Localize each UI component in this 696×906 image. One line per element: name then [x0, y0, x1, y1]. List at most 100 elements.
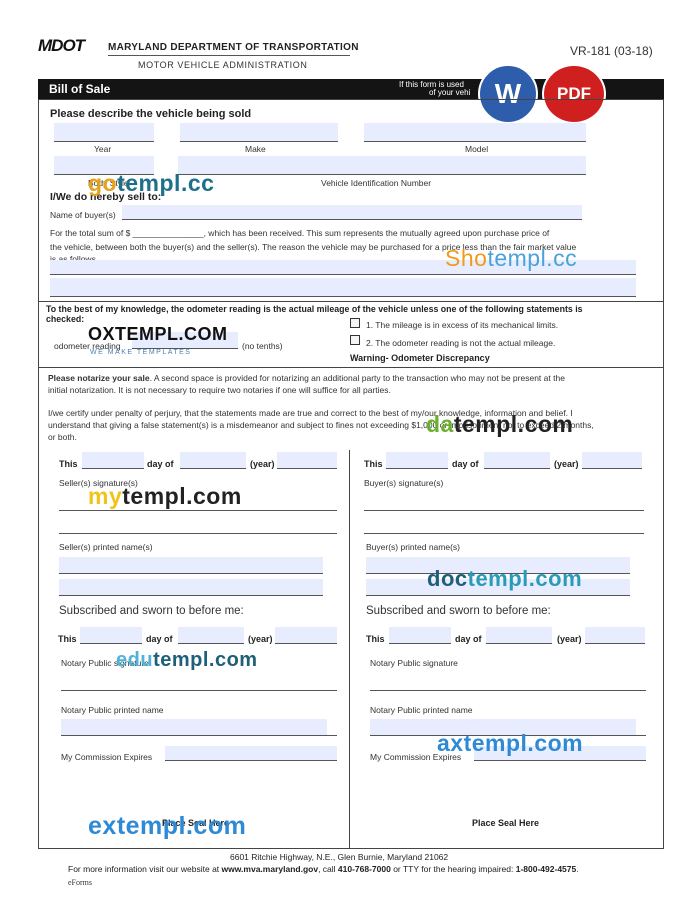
notary1-month-field[interactable]	[178, 627, 244, 643]
seller-printed-line-2	[59, 595, 323, 596]
notary1-this-label: This	[58, 634, 77, 644]
buyer-year-label: (year)	[554, 459, 579, 469]
wm7a: edu	[116, 649, 154, 671]
buyer-name-field[interactable]	[122, 205, 582, 219]
vin-field[interactable]	[178, 156, 586, 174]
header-rule	[108, 55, 350, 56]
wm5a: my	[88, 483, 123, 509]
seller-signature-line-1[interactable]	[59, 510, 337, 511]
notarize-bold: Please notarize your sale	[48, 373, 150, 383]
buyer-sworn-label: Subscribed and sworn to before me:	[366, 605, 551, 617]
buyer-month-field[interactable]	[484, 452, 550, 468]
seller-this-label: This	[59, 459, 78, 469]
eforms-label: eForms	[68, 878, 92, 887]
buyer-year-field[interactable]	[582, 452, 642, 468]
notary1-signature-line[interactable]	[61, 690, 337, 691]
wm1a: go	[88, 170, 118, 196]
wm6b: templ.com	[467, 566, 583, 591]
wm9a: ex	[88, 812, 117, 840]
notary2-this-label: This	[366, 634, 385, 644]
watermark-extempl: extempl.com	[88, 812, 246, 841]
buyer-this-label: This	[364, 459, 383, 469]
section-divider-1	[38, 301, 664, 302]
title-note-2: of your vehi	[429, 88, 471, 97]
notary1-printed-label: Notary Public printed name	[61, 705, 164, 715]
reason-line-2	[50, 296, 636, 297]
watermark-gotempl: gotempl.cc	[88, 170, 214, 197]
mileage-excess-checkbox[interactable]	[350, 318, 360, 328]
notary1-commission-line	[165, 760, 337, 761]
wm2a: Sho	[445, 245, 488, 271]
seller-printed-label: Seller(s) printed name(s)	[59, 542, 153, 552]
notary2-year-label: (year)	[557, 634, 582, 644]
seller-month-line	[180, 468, 246, 469]
department-name: MARYLAND DEPARTMENT OF TRANSPORTATION	[108, 42, 359, 53]
notary2-signature-line[interactable]	[370, 690, 646, 691]
notary2-day-field[interactable]	[389, 627, 451, 643]
notary1-printed-line	[61, 735, 337, 736]
make-line	[180, 141, 338, 142]
notary2-year-line	[585, 643, 645, 644]
wm4a: da	[426, 411, 454, 437]
buyer-month-line	[484, 468, 550, 469]
wm5b: templ.com	[122, 483, 242, 509]
notary1-day-line	[80, 643, 142, 644]
model-line	[364, 141, 586, 142]
footer-info-mid2: or TTY for the hearing impaired:	[390, 864, 516, 874]
seller-day-field[interactable]	[82, 452, 144, 468]
reason-field-2[interactable]	[50, 278, 636, 296]
buyer-signature-line-1[interactable]	[364, 510, 644, 511]
buyer-name-line	[122, 219, 582, 220]
buyer-signature-line-2[interactable]	[364, 533, 644, 534]
buyer-day-of-label: day of	[452, 459, 479, 469]
footer-website-link[interactable]: www.mva.maryland.gov	[222, 864, 319, 874]
notary1-year-field[interactable]	[275, 627, 337, 643]
wm6a: doc	[427, 566, 468, 591]
wm8a: ax	[437, 730, 464, 756]
buyer-signature-label: Buyer(s) signature(s)	[364, 478, 444, 488]
watermark-edutempl: edutempl.com	[116, 649, 258, 672]
buyer-printed-line-2	[366, 595, 630, 596]
seller-year-field[interactable]	[277, 452, 337, 468]
seller-year-line	[277, 468, 337, 469]
seller-printed-field-2[interactable]	[59, 579, 323, 595]
wm8b: templ.com	[463, 730, 584, 756]
odometer-heading-2: checked:	[46, 314, 85, 324]
not-actual-mileage-label: 2. The odometer reading is not the actua…	[366, 338, 556, 348]
watermark-mytempl: mytempl.com	[88, 483, 242, 510]
watermark-oxtempl: OXTEMPL.COM	[88, 324, 228, 344]
notary2-year-field[interactable]	[585, 627, 645, 643]
seller-printed-field-1[interactable]	[59, 557, 323, 573]
seller-signature-line-2[interactable]	[59, 533, 337, 534]
seller-sworn-label: Subscribed and sworn to before me:	[59, 605, 244, 617]
wm1b: templ.cc	[117, 170, 215, 196]
notarize-text-1: Please notarize your sale. A second spac…	[48, 373, 565, 383]
footer-info-mid: , call	[318, 864, 338, 874]
mileage-excess-label: 1. The mileage is in excess of its mecha…	[366, 320, 559, 330]
wm7b: templ.com	[153, 649, 258, 671]
notary2-commission-line	[474, 760, 646, 761]
buyer-day-field[interactable]	[386, 452, 448, 468]
not-actual-mileage-checkbox[interactable]	[350, 335, 360, 345]
model-field[interactable]	[364, 123, 586, 141]
column-divider	[349, 450, 350, 849]
notary1-day-field[interactable]	[80, 627, 142, 643]
notary1-printed-field[interactable]	[61, 719, 327, 735]
vin-line	[178, 174, 586, 175]
notary2-month-field[interactable]	[486, 627, 552, 643]
wm9b: templ.com	[116, 812, 247, 840]
notary2-day-of-label: day of	[455, 634, 482, 644]
notary1-year-line	[275, 643, 337, 644]
notary1-year-label: (year)	[248, 634, 273, 644]
footer-info: For more information visit our website a…	[68, 864, 579, 874]
footer-info-end: .	[576, 864, 579, 874]
vehicle-heading: Please describe the vehicle being sold	[50, 108, 252, 120]
buyer-printed-label: Buyer(s) printed name(s)	[366, 542, 461, 552]
notary1-commission-field[interactable]	[165, 746, 337, 760]
seal-right: Place Seal Here	[472, 818, 540, 828]
notary2-day-line	[389, 643, 451, 644]
seller-month-field[interactable]	[180, 452, 246, 468]
make-field[interactable]	[180, 123, 338, 141]
year-line	[54, 141, 154, 142]
year-field[interactable]	[54, 123, 154, 141]
